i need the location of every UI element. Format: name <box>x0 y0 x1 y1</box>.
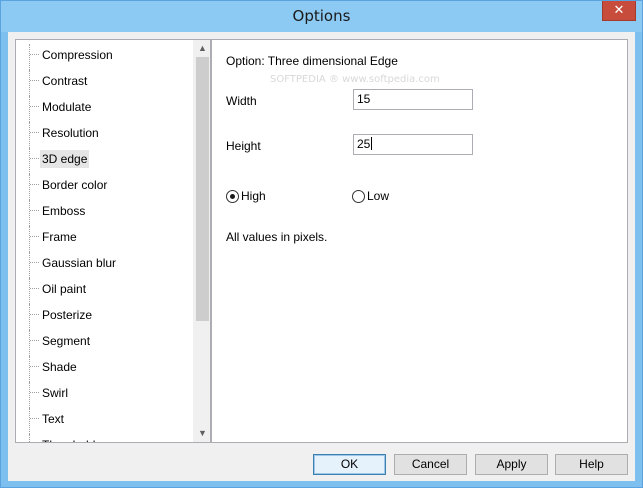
height-value: 25 <box>357 137 371 151</box>
tree-connector-line <box>29 200 30 226</box>
tree-connector-branch <box>30 314 39 315</box>
tree-item[interactable]: Contrast <box>16 70 186 96</box>
tree-item-label[interactable]: Contrast <box>40 72 89 90</box>
tree-item-label[interactable]: Frame <box>40 228 79 246</box>
tree-connector-line <box>29 330 30 356</box>
height-label: Height <box>226 139 261 153</box>
tree-connector-branch <box>30 418 39 419</box>
tree-item[interactable]: Text <box>16 408 186 434</box>
tree-connector-line <box>29 356 30 382</box>
tree-connector-line <box>29 304 30 330</box>
apply-button[interactable]: Apply <box>475 454 548 475</box>
tree-connector-line <box>29 278 30 304</box>
tree-connector-branch <box>30 262 39 263</box>
tree-item[interactable]: Segment <box>16 330 186 356</box>
tree-item[interactable]: Modulate <box>16 96 186 122</box>
tree-item-label[interactable]: 3D edge <box>40 150 90 168</box>
options-tree[interactable]: Compression Contrast Modulate Resolution 3D … <box>15 39 211 443</box>
radio-low-label: Low <box>367 189 390 203</box>
tree-connector-branch <box>30 288 39 289</box>
tree-item[interactable]: Gaussian blur <box>16 252 186 278</box>
tree-item[interactable]: Frame <box>16 226 186 252</box>
tree-item-label[interactable]: Shade <box>40 358 79 376</box>
tree-connector-branch <box>30 236 39 237</box>
width-label: Width <box>226 94 257 108</box>
tree-connector-branch <box>30 106 39 107</box>
tree-connector-branch <box>30 366 39 367</box>
tree-item[interactable]: Resolution <box>16 122 186 148</box>
option-title: Option: Three dimensional Edge <box>226 54 398 68</box>
dialog-client-area: Compression Contrast Modulate Resolution 3D … <box>8 32 635 481</box>
tree-connector-branch <box>30 340 39 341</box>
tree-item-label[interactable]: Swirl <box>40 384 70 402</box>
tree-connector-line <box>29 96 30 122</box>
radio-high[interactable]: High <box>226 188 266 204</box>
tree-item-label[interactable]: Modulate <box>40 98 93 116</box>
units-note: All values in pixels. <box>226 230 328 244</box>
tree-item-label[interactable]: Border color <box>40 176 109 194</box>
tree-item-label[interactable]: Oil paint <box>40 280 88 298</box>
ok-button[interactable]: OK <box>313 454 386 475</box>
tree-connector-branch <box>30 392 39 393</box>
tree-item-label[interactable]: Resolution <box>40 124 101 142</box>
radio-low[interactable]: Low <box>352 188 389 204</box>
scroll-up-icon[interactable]: ▲ <box>194 40 210 57</box>
tree-item-label[interactable]: Gaussian blur <box>40 254 118 272</box>
width-value: 15 <box>357 92 371 106</box>
tree-item-label[interactable]: Compression <box>40 46 115 64</box>
tree-scrollbar[interactable]: ▲ ▼ <box>193 40 210 442</box>
tree-connector-branch <box>30 54 39 55</box>
tree-item-label[interactable]: Emboss <box>40 202 87 220</box>
tree-item[interactable]: Border color <box>16 174 186 200</box>
tree-connector-line <box>29 70 30 96</box>
cancel-button[interactable]: Cancel <box>394 454 467 475</box>
tree-item-label[interactable]: Text <box>40 410 66 428</box>
radio-high-indicator[interactable] <box>226 189 239 203</box>
tree-item[interactable]: Posterize <box>16 304 186 330</box>
tree-connector-line <box>29 174 30 200</box>
tree-connector-branch <box>30 184 39 185</box>
tree-connector-line <box>29 44 30 70</box>
radio-low-indicator[interactable] <box>352 189 365 203</box>
tree-item[interactable]: 3D edge <box>16 148 186 174</box>
watermark: SOFTPEDIA ® www.softpedia.com <box>270 74 440 85</box>
tree-connector-branch <box>30 132 39 133</box>
scroll-down-icon[interactable]: ▼ <box>194 425 210 442</box>
radio-high-label: High <box>241 189 266 203</box>
tree-connector-line <box>29 226 30 252</box>
tree-item[interactable]: Swirl <box>16 382 186 408</box>
tree-connector-line <box>29 252 30 278</box>
close-button[interactable]: ✕ <box>602 1 636 21</box>
tree-connector-branch <box>30 210 39 211</box>
width-input[interactable]: 15 <box>353 89 473 110</box>
tree-item[interactable]: Oil paint <box>16 278 186 304</box>
tree-item[interactable]: Emboss <box>16 200 186 226</box>
window-title: Options <box>292 7 351 25</box>
tree-item[interactable]: Threshold <box>16 434 186 442</box>
text-caret <box>371 137 373 150</box>
tree-item[interactable]: Compression <box>16 44 186 70</box>
tree-item-label[interactable]: Posterize <box>40 306 94 324</box>
height-input[interactable]: 25 <box>353 134 473 155</box>
options-window: Options ✕ Compression Contrast Modulate Res… <box>0 0 643 488</box>
scroll-thumb[interactable] <box>196 57 209 321</box>
option-settings-panel: SOFTPEDIA ® www.softpedia.com Option: Th… <box>211 39 628 443</box>
tree-connector-line <box>29 122 30 148</box>
tree-item[interactable]: Shade <box>16 356 186 382</box>
tree-item-label[interactable]: Threshold <box>40 436 97 442</box>
tree-connector-branch <box>30 158 39 159</box>
tree-connector-branch <box>30 80 39 81</box>
tree-connector-line <box>29 408 30 434</box>
help-button[interactable]: Help <box>555 454 628 475</box>
tree-item-label[interactable]: Segment <box>40 332 92 350</box>
tree-connector-line <box>29 148 30 174</box>
title-bar[interactable]: Options ✕ <box>1 1 642 32</box>
tree-connector-line <box>29 434 30 442</box>
tree-connector-line <box>29 382 30 408</box>
